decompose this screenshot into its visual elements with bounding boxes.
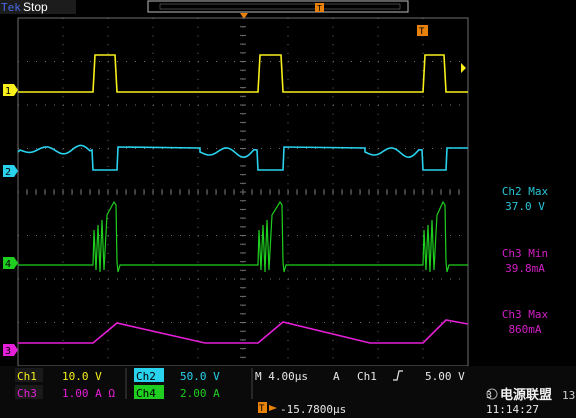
- measurement-2-value: 39.8mA: [505, 262, 545, 275]
- record-trigger-marker-label: T: [317, 4, 322, 13]
- trigger-source: Ch1: [357, 370, 377, 383]
- ch2-marker-label: 2: [5, 167, 11, 178]
- ch4-name: Ch4: [136, 387, 156, 400]
- ch3-scale-readout[interactable]: Ch3 1.00 A Ω: [15, 385, 115, 400]
- timebase-label: M 4.00µs: [255, 370, 308, 383]
- trigger-level: 5.00 V: [425, 370, 465, 383]
- watermark: 3 电源联盟 13: [486, 387, 575, 403]
- measurement-2-label: Ch3 Min: [502, 247, 548, 260]
- bottom-readout-bar: Ch1 10.0 V Ch2 50.0 V Ch3 1.00 A Ω Ch4 2…: [0, 366, 576, 418]
- ch1-scale: 10.0 V: [62, 370, 102, 383]
- acquisition-mode: A: [333, 370, 340, 383]
- brand-label: Tek: [1, 1, 21, 14]
- oscilloscope-display: Tek Stop T 1 2 4 3 T Ch2 Max 37.0 V Ch3 …: [0, 0, 576, 418]
- trigger-position-value: -15.7800µs: [280, 403, 346, 416]
- measurement-1-label: Ch2 Max: [502, 185, 549, 198]
- watermark-prefix: 3: [486, 390, 492, 401]
- watermark-suffix: 13: [562, 389, 575, 402]
- ch4-scale: 2.00 A: [180, 387, 220, 400]
- ch3-name: Ch3: [17, 387, 37, 400]
- ch2-name: Ch2: [136, 370, 156, 383]
- ch4-marker-label: 4: [5, 259, 11, 270]
- trigger-position-marker: T: [259, 404, 265, 414]
- watermark-text: 电源联盟: [500, 387, 552, 403]
- measurement-3-value: 860mA: [508, 323, 541, 336]
- screen-background: [0, 0, 576, 418]
- ch1-marker-label: 1: [5, 86, 11, 97]
- ch3-scale: 1.00 A Ω: [62, 387, 115, 400]
- run-state-label[interactable]: Stop: [23, 0, 48, 14]
- trigger-position-icon-label: T: [419, 27, 425, 37]
- ch3-marker-label: 3: [5, 346, 11, 357]
- measurement-1-value: 37.0 V: [505, 200, 545, 213]
- timebase-readout[interactable]: M 4.00µs: [255, 370, 308, 383]
- timestamp: 11:14:27: [486, 403, 539, 416]
- measurement-3-label: Ch3 Max: [502, 308, 549, 321]
- ch2-scale: 50.0 V: [180, 370, 220, 383]
- ch1-name: Ch1: [17, 370, 37, 383]
